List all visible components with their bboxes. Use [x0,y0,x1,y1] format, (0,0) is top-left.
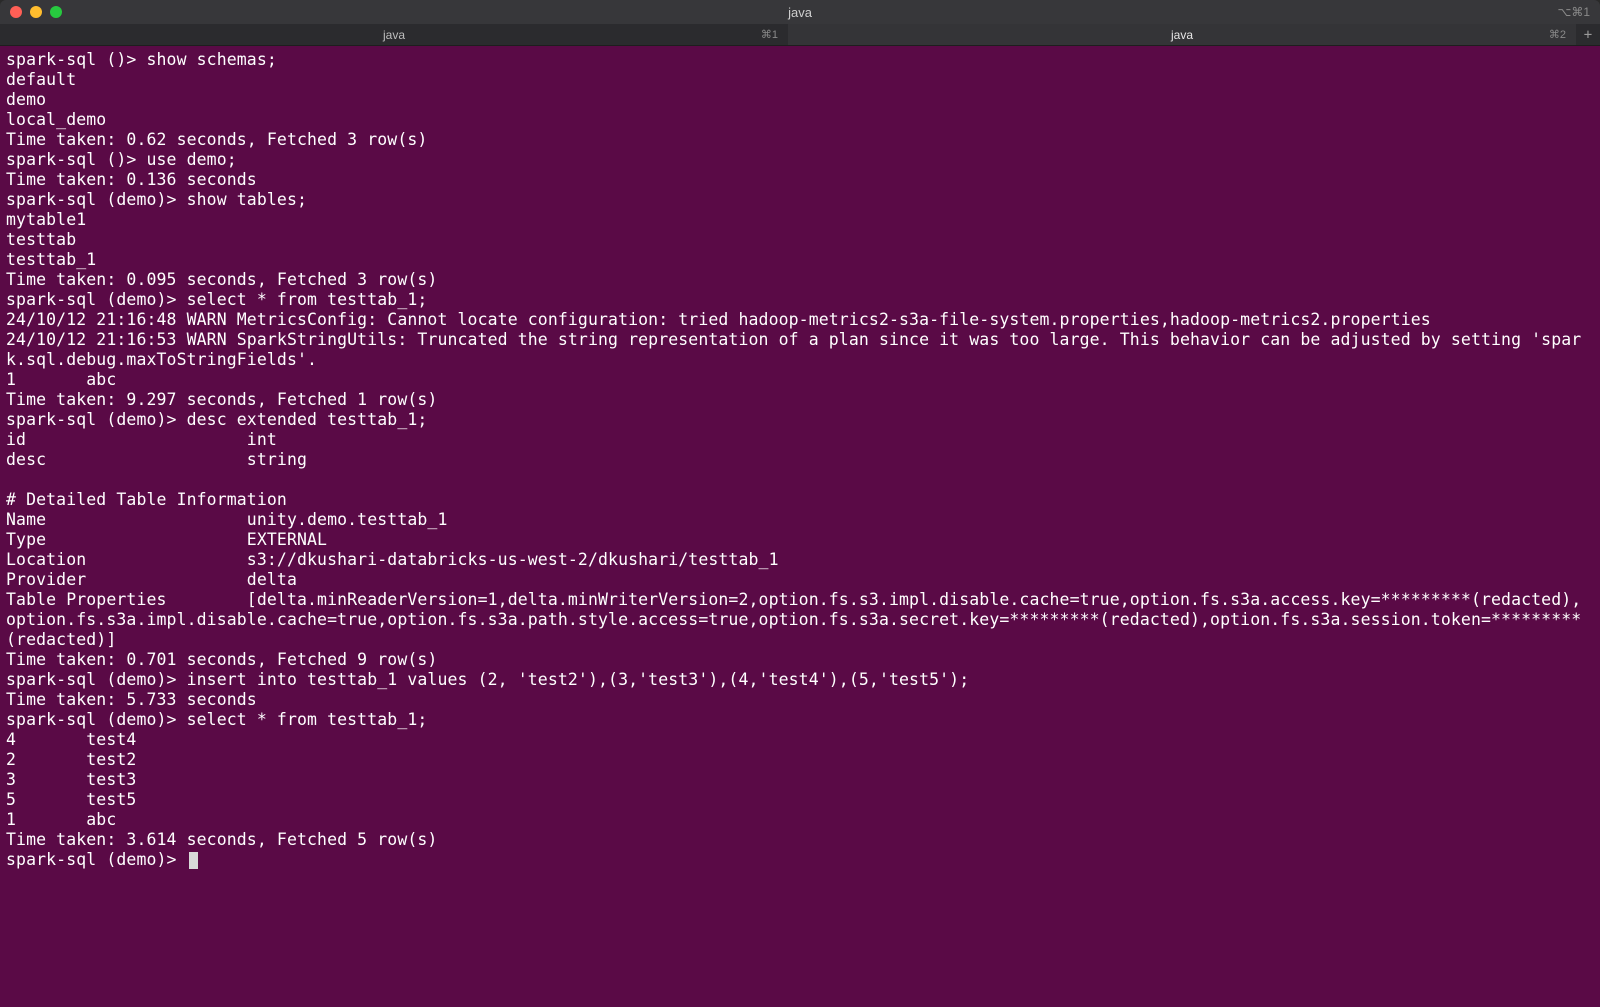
tab-label: java [383,28,405,42]
terminal-prompt: spark-sql (demo)> [6,850,187,869]
terminal-cursor [189,852,198,869]
broadcast-indicator: ⌥⌘1 [1557,5,1590,19]
tab-shortcut: ⌘2 [1549,28,1566,41]
new-tab-button[interactable]: + [1576,24,1600,45]
titlebar[interactable]: java ⌥⌘1 [0,0,1600,24]
traffic-lights [10,6,62,18]
tab-2[interactable]: java ⌘2 [788,24,1576,45]
tab-shortcut: ⌘1 [761,28,778,41]
close-icon[interactable] [10,6,22,18]
window-title: java [788,5,812,20]
terminal-output[interactable]: spark-sql ()> show schemas; default demo… [0,46,1600,1007]
tabbar: java ⌘1 java ⌘2 + [0,24,1600,46]
tab-label: java [1171,28,1193,42]
minimize-icon[interactable] [30,6,42,18]
tab-1[interactable]: java ⌘1 [0,24,788,45]
maximize-icon[interactable] [50,6,62,18]
terminal-window: java ⌥⌘1 java ⌘1 java ⌘2 + spark-sql ()>… [0,0,1600,1007]
